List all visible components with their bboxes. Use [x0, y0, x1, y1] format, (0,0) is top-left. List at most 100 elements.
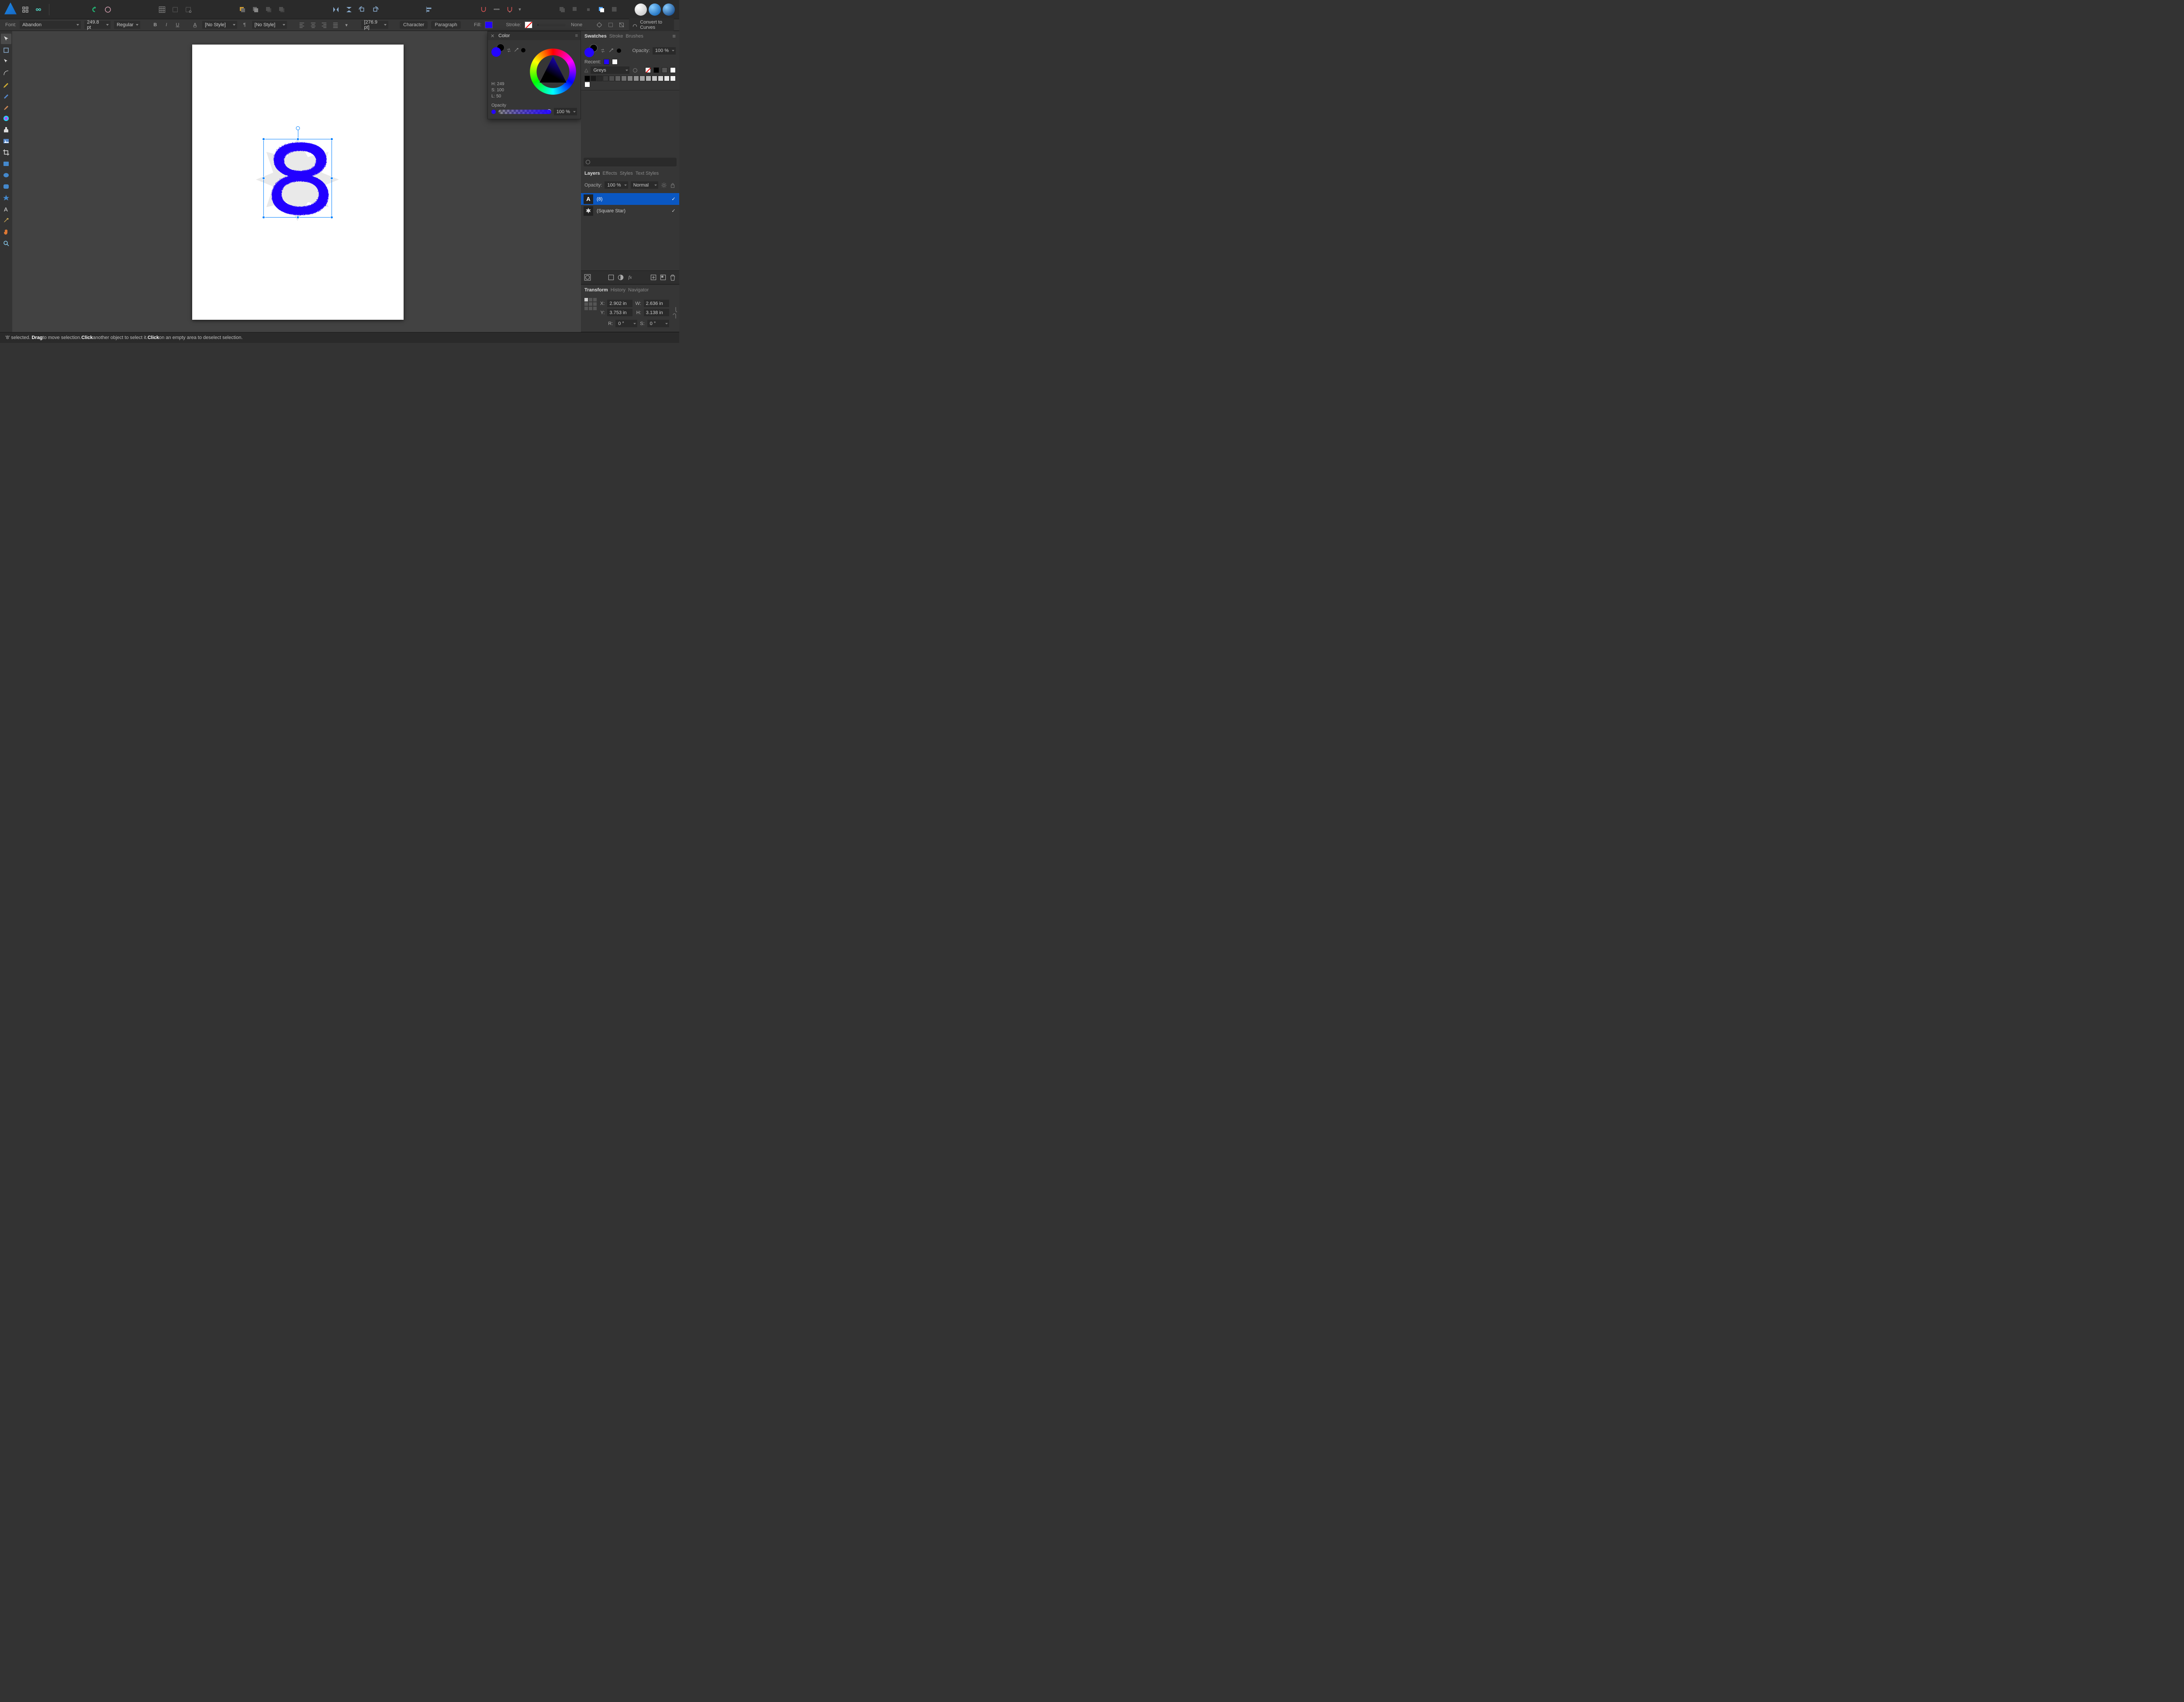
swatch-none[interactable] [645, 67, 651, 73]
swap-colors-icon[interactable] [600, 48, 605, 53]
align-justify-icon[interactable] [332, 21, 339, 29]
tab-history[interactable]: History [611, 287, 625, 294]
resize-handle-tm[interactable] [296, 138, 299, 141]
node-tool[interactable] [1, 56, 11, 67]
font-weight-dropdown[interactable]: Regular [114, 21, 140, 29]
hand-tool[interactable] [1, 227, 11, 237]
swatch[interactable] [584, 76, 590, 81]
tab-brushes[interactable]: Brushes [626, 33, 643, 40]
swatch[interactable] [639, 76, 645, 81]
layer-visibility-checkbox[interactable]: ✓ [670, 208, 677, 214]
eyedropper-icon[interactable] [608, 48, 614, 54]
delete-layer-icon[interactable] [669, 273, 677, 281]
layers-opacity-dropdown[interactable]: 100 % [605, 181, 628, 189]
tab-stroke[interactable]: Stroke [609, 33, 623, 40]
swatch[interactable] [652, 76, 657, 81]
transform-origin-icon[interactable] [596, 21, 604, 29]
x-input[interactable]: 2.902 in [607, 300, 632, 307]
panel-menu-icon[interactable]: ≡ [672, 33, 676, 40]
shear-input[interactable]: 0 ° [647, 320, 669, 327]
swatch[interactable] [603, 76, 608, 81]
snap-guides-icon[interactable] [169, 3, 181, 16]
recent-swatch[interactable] [612, 59, 618, 65]
rotate-cw-icon[interactable] [369, 3, 381, 16]
swatch[interactable] [584, 82, 590, 87]
snap-options-icon[interactable] [182, 3, 194, 16]
pencil-tool[interactable] [1, 90, 11, 101]
opacity-slider[interactable] [498, 110, 551, 114]
star-tool[interactable] [1, 193, 11, 203]
swatch[interactable] [670, 67, 676, 73]
stroke-width-slider[interactable] [538, 24, 566, 26]
lock-children-icon[interactable] [491, 3, 503, 16]
swatch[interactable] [621, 76, 627, 81]
swatches-fill-stroke[interactable] [584, 44, 598, 57]
swatch[interactable] [664, 76, 670, 81]
layer-search-input[interactable] [584, 158, 677, 166]
swatch[interactable] [597, 76, 602, 81]
last-color-icon[interactable] [521, 48, 525, 52]
ellipse-tool[interactable] [1, 170, 11, 180]
hide-selection-icon[interactable] [618, 21, 626, 29]
clip-icon[interactable] [607, 273, 615, 281]
bold-button[interactable]: B [152, 21, 159, 29]
link-icon[interactable] [32, 3, 45, 16]
para-style-dropdown[interactable]: [No Style] [252, 21, 287, 29]
last-color-icon[interactable] [617, 48, 621, 53]
flip-h-icon[interactable] [330, 3, 342, 16]
tab-navigator[interactable]: Navigator [628, 287, 649, 294]
add-pixel-layer-icon[interactable] [659, 273, 667, 281]
flip-v-icon[interactable] [343, 3, 355, 16]
layer-item-star[interactable]: (Square Star) ✓ [581, 205, 679, 217]
align-justify-more-icon[interactable]: ▾ [342, 21, 350, 29]
layer-visibility-checkbox[interactable]: ✓ [670, 196, 677, 202]
swatch[interactable] [633, 76, 639, 81]
brush-tool[interactable] [1, 102, 11, 112]
tab-layers[interactable]: Layers [584, 170, 600, 177]
rect-tool[interactable] [1, 159, 11, 169]
swatch[interactable] [670, 76, 676, 81]
fx-icon[interactable]: fx [626, 273, 634, 281]
align-left-icon[interactable] [423, 3, 435, 16]
swatch[interactable] [591, 76, 596, 81]
palette-dropdown[interactable]: Greys [591, 66, 629, 74]
align-left-icon[interactable] [298, 21, 306, 29]
tab-styles[interactable]: Styles [620, 170, 633, 177]
layer-item-8[interactable]: A (8) ✓ [581, 193, 679, 205]
swatch[interactable] [662, 67, 667, 73]
color-wheel[interactable] [529, 44, 577, 100]
y-input[interactable]: 3.753 in [607, 309, 632, 316]
align-right-icon[interactable] [320, 21, 328, 29]
color-fill-stroke-picker[interactable] [491, 44, 505, 57]
boolean-xor-icon[interactable] [595, 3, 608, 16]
rotation-input[interactable]: 0 ° [615, 320, 637, 327]
underline-button[interactable]: U [174, 21, 182, 29]
palette-options-icon[interactable] [632, 67, 638, 73]
text-tool[interactable]: A [1, 204, 11, 214]
boolean-sub-icon[interactable] [569, 3, 581, 16]
rotate-handle[interactable] [296, 126, 300, 130]
gear-icon[interactable] [661, 182, 667, 188]
artboard-page[interactable] [192, 45, 404, 320]
tab-text-styles[interactable]: Text Styles [636, 170, 659, 177]
italic-button[interactable]: I [162, 21, 170, 29]
mask-icon[interactable] [584, 273, 591, 281]
leading-dropdown[interactable]: [276.9 pt] [361, 21, 388, 29]
move-backward-icon[interactable] [276, 3, 288, 16]
panel-menu-icon[interactable]: ≡ [575, 33, 578, 38]
swatch[interactable] [646, 76, 651, 81]
zoom-tool[interactable] [1, 238, 11, 249]
tab-swatches[interactable]: Swatches [584, 33, 607, 40]
swatch[interactable] [658, 76, 663, 81]
swatch[interactable] [615, 76, 621, 81]
tab-effects[interactable]: Effects [602, 170, 617, 177]
boolean-add-icon[interactable] [556, 3, 568, 16]
appearance-icon[interactable] [102, 3, 114, 16]
persona-pixel-icon[interactable] [649, 3, 661, 16]
corner-tool[interactable] [1, 68, 11, 78]
boolean-div-icon[interactable] [608, 3, 621, 16]
pen-tool[interactable] [1, 79, 11, 90]
resize-handle-tl[interactable] [262, 138, 265, 141]
h-input[interactable]: 3.138 in [644, 309, 669, 316]
eyedropper-icon[interactable] [513, 47, 519, 53]
